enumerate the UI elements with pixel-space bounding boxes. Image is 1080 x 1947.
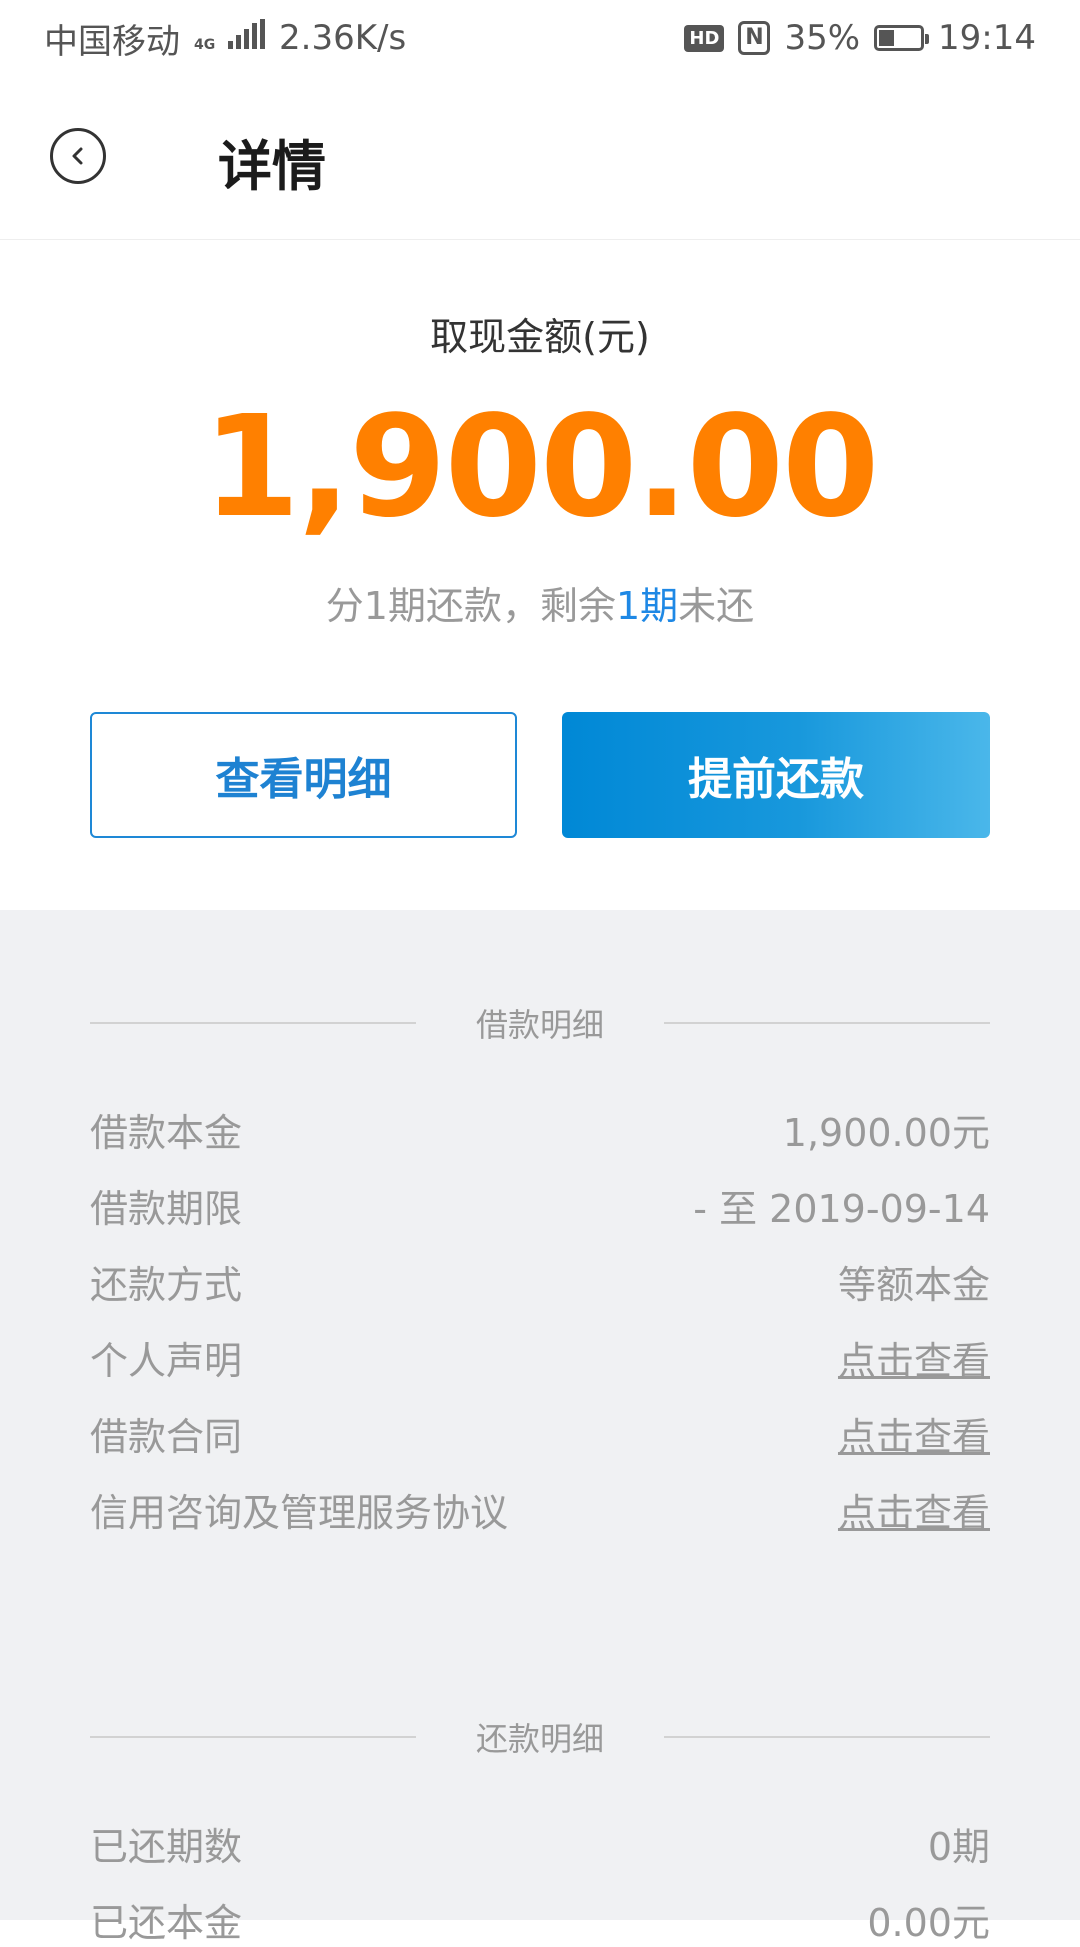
row-label: 借款合同 <box>90 1414 243 1459</box>
service-agreement-link[interactable]: 点击查看 <box>838 1482 990 1537</box>
loan-contract-link[interactable]: 点击查看 <box>838 1406 990 1461</box>
row-value: 等额本金 <box>837 1262 990 1307</box>
row-label: 还款方式 <box>90 1262 243 1307</box>
page-title: 详情 <box>218 135 326 198</box>
status-left: 中国移动 4G 2.36K/s <box>44 14 406 63</box>
loan-row-term: 借款期限 - 至 2019-09-14 <box>90 1180 990 1231</box>
row-label: 借款期限 <box>90 1186 243 1231</box>
header: 详情 <box>0 76 1080 240</box>
loan-row-repay-method: 还款方式 等额本金 <box>90 1256 990 1307</box>
repay-row-periods: 已还期数 0期 <box>90 1818 990 1869</box>
row-value: 0期 <box>927 1824 990 1869</box>
row-label: 个人声明 <box>90 1338 243 1383</box>
row-value: - 至 2019-09-14 <box>693 1186 990 1231</box>
chevron-left-icon <box>72 147 83 165</box>
signal-icon: 4G <box>194 18 266 58</box>
repay-section-title: 还款明细 <box>90 1714 991 1760</box>
hd-icon: HD <box>684 24 725 52</box>
repay-row-principal: 已还本金 0.00元 <box>90 1894 990 1945</box>
installment-prefix: 分1期还款，剩余 <box>325 584 616 628</box>
view-details-button[interactable]: 查看明细 <box>90 712 517 838</box>
status-right: HD N 35% 19:14 <box>684 18 1036 58</box>
network-type: 4G <box>194 37 216 53</box>
loan-row-contract: 借款合同 点击查看 <box>90 1406 990 1461</box>
clock: 19:14 <box>938 18 1036 58</box>
loan-section-title: 借款明细 <box>90 1000 991 1046</box>
prepay-button[interactable]: 提前还款 <box>562 712 990 838</box>
personal-statement-link[interactable]: 点击查看 <box>838 1330 990 1385</box>
carrier-name: 中国移动 <box>44 21 180 62</box>
divider-line <box>664 1022 991 1024</box>
amount-value: 1,900.00 <box>202 386 880 549</box>
back-button[interactable] <box>50 128 106 184</box>
divider-line <box>90 1736 416 1738</box>
network-speed: 2.36K/s <box>279 18 407 58</box>
loan-row-service-agreement: 信用咨询及管理服务协议 点击查看 <box>90 1482 990 1537</box>
battery-icon <box>874 25 930 51</box>
nfc-icon: N <box>738 21 771 55</box>
repay-section-label: 还款明细 <box>476 1720 605 1758</box>
installment-text: 分1期还款，剩余1期未还 <box>0 575 1080 630</box>
row-label: 借款本金 <box>90 1110 243 1155</box>
row-value: 1,900.00元 <box>782 1110 990 1155</box>
row-value: 0.00元 <box>867 1900 990 1945</box>
loan-row-personal-statement: 个人声明 点击查看 <box>90 1330 990 1385</box>
status-bar: 中国移动 4G 2.36K/s HD N 35% 19:14 <box>0 0 1080 76</box>
loan-row-principal: 借款本金 1,900.00元 <box>90 1104 990 1155</box>
divider-line <box>664 1736 991 1738</box>
divider-line <box>90 1022 416 1024</box>
amount-label: 取现金额(元) <box>430 315 650 359</box>
loan-section-label: 借款明细 <box>476 1006 605 1044</box>
row-label: 已还期数 <box>90 1824 243 1869</box>
row-label: 信用咨询及管理服务协议 <box>90 1490 509 1535</box>
remaining-periods: 1期 <box>615 584 679 628</box>
row-label: 已还本金 <box>90 1900 243 1945</box>
installment-suffix: 未还 <box>678 584 755 628</box>
battery-percent: 35% <box>784 18 861 58</box>
